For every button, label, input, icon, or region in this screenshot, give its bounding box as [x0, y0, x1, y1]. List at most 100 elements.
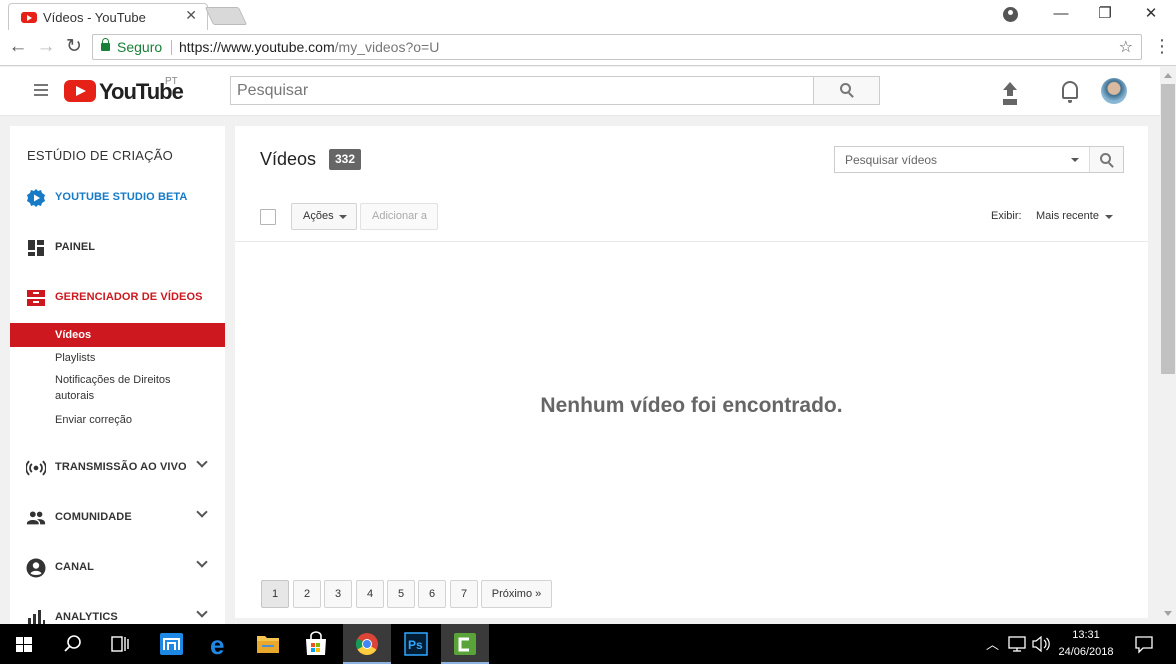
clock-date: 24/06/2018: [1058, 646, 1114, 658]
address-bar[interactable]: Seguro https://www.youtube.com/my_videos…: [92, 34, 1142, 60]
creator-studio-sidebar: ESTÚDIO DE CRIAÇÃO YOUTUBE STUDIO BETA P…: [10, 126, 225, 624]
sidebar-item-studio-beta[interactable]: YOUTUBE STUDIO BETA: [10, 182, 225, 212]
chrome-icon: [356, 633, 378, 655]
url-host: https://www.youtube.com: [179, 39, 335, 55]
sidebar-item-label: COMUNIDADE: [55, 511, 132, 523]
page-button-7[interactable]: 7: [450, 580, 478, 608]
task-view-button[interactable]: [96, 624, 144, 664]
page-button-6[interactable]: 6: [418, 580, 446, 608]
page-button-4[interactable]: 4: [356, 580, 384, 608]
video-search-box: [834, 146, 1124, 173]
taskbar-app-file-explorer[interactable]: [244, 624, 292, 664]
sidebar-item-channel[interactable]: CANAL: [10, 552, 225, 582]
next-page-button[interactable]: Próximo »: [481, 580, 552, 608]
browser-menu-icon[interactable]: ⋮: [1152, 36, 1172, 60]
youtube-search-button[interactable]: [813, 76, 880, 105]
action-center-icon[interactable]: [1134, 634, 1154, 654]
page-button-2[interactable]: 2: [293, 580, 321, 608]
sidebar-item-live-streaming[interactable]: TRANSMISSÃO AO VIVO: [10, 452, 225, 482]
scroll-thumb[interactable]: [1161, 84, 1175, 374]
add-to-button[interactable]: Adicionar a: [360, 203, 438, 230]
taskbar-app-edge[interactable]: e: [196, 624, 244, 664]
bookmark-star-icon[interactable]: ☆: [1119, 37, 1133, 57]
analytics-icon: [28, 610, 45, 624]
studio-title[interactable]: ESTÚDIO DE CRIAÇÃO: [27, 148, 173, 163]
chevron-down-icon[interactable]: [196, 506, 208, 518]
address-separator: [171, 40, 172, 55]
upload-icon[interactable]: [1001, 82, 1019, 102]
select-all-checkbox[interactable]: [260, 209, 276, 225]
secure-label[interactable]: Seguro: [117, 39, 162, 55]
reload-icon[interactable]: ↻: [62, 36, 86, 60]
taskbar-clock[interactable]: 13:31 24/06/2018: [1050, 627, 1122, 661]
search-filter-dropdown-icon[interactable]: [1071, 158, 1079, 162]
tray-expand-chevron-icon[interactable]: ︿: [986, 634, 999, 653]
window-close-button[interactable]: ✕: [1128, 3, 1174, 27]
sidebar-item-label: TRANSMISSÃO AO VIVO: [55, 461, 187, 473]
store-icon: [306, 631, 326, 655]
taskbar-app-chrome[interactable]: [343, 624, 391, 664]
sort-select[interactable]: Mais recente: [1036, 210, 1113, 222]
maxthon-icon: [160, 633, 183, 655]
volume-icon[interactable]: [1031, 635, 1051, 653]
sidebar-item-community[interactable]: COMUNIDADE: [10, 502, 225, 532]
page-button-3[interactable]: 3: [324, 580, 352, 608]
sidebar-subitem-videos[interactable]: Vídeos: [10, 323, 225, 347]
page-button-1[interactable]: 1: [261, 580, 289, 608]
sidebar-subitem-send-correction[interactable]: Enviar correção: [10, 412, 225, 428]
page-scrollbar[interactable]: [1160, 67, 1176, 622]
chevron-down-icon[interactable]: [196, 606, 208, 618]
window-maximize-button[interactable]: ❐: [1082, 3, 1128, 27]
guide-menu-icon[interactable]: [34, 84, 48, 96]
taskbar-app-photoshop[interactable]: Ps: [392, 624, 440, 664]
youtube-logo[interactable]: YouTube PT: [64, 76, 184, 105]
community-icon: [26, 511, 46, 525]
forward-arrow-icon[interactable]: →: [34, 36, 58, 60]
sidebar-item-label: GERENCIADOR DE VÍDEOS: [55, 291, 203, 303]
view-label: Exibir:: [991, 210, 1022, 222]
gear-play-icon: [27, 189, 45, 207]
scroll-up-arrow-icon[interactable]: [1164, 73, 1172, 78]
url-text[interactable]: https://www.youtube.com/my_videos?o=U: [179, 39, 439, 55]
back-arrow-icon[interactable]: ←: [6, 36, 30, 60]
windows-taskbar: e Ps ︿ 13:31 24/06/2018: [0, 624, 1176, 664]
search-icon: [840, 83, 851, 94]
caret-down-icon: [339, 215, 347, 219]
notifications-bell-icon[interactable]: [1062, 81, 1078, 103]
chevron-down-icon[interactable]: [196, 456, 208, 468]
video-manager-icon: [27, 290, 45, 306]
youtube-search-input[interactable]: [231, 77, 813, 104]
actions-dropdown-button[interactable]: Ações: [291, 203, 357, 230]
video-search-input[interactable]: [835, 147, 1065, 172]
sidebar-item-label: ANALYTICS: [55, 611, 118, 623]
new-tab-button[interactable]: [204, 7, 248, 25]
taskbar-app-camtasia[interactable]: [441, 624, 489, 664]
window-minimize-button[interactable]: —: [1038, 3, 1084, 27]
taskbar-search-button[interactable]: [48, 624, 96, 664]
sidebar-subitem-copyright-notices[interactable]: Notificações de Direitos autorais: [10, 372, 190, 404]
browser-profile-icon[interactable]: [1003, 7, 1018, 22]
account-avatar[interactable]: [1101, 78, 1127, 104]
lock-icon[interactable]: [101, 38, 110, 51]
page-button-5[interactable]: 5: [387, 580, 415, 608]
file-explorer-icon: [257, 636, 279, 653]
sidebar-item-label: PAINEL: [55, 241, 96, 253]
sidebar-item-dashboard[interactable]: PAINEL: [10, 232, 225, 262]
start-button[interactable]: [0, 624, 48, 664]
scroll-down-arrow-icon[interactable]: [1164, 611, 1172, 616]
browser-toolbar: ← → ↻ Seguro https://www.youtube.com/my_…: [0, 30, 1176, 66]
chevron-down-icon[interactable]: [196, 556, 208, 568]
sidebar-item-video-manager[interactable]: GERENCIADOR DE VÍDEOS: [10, 282, 225, 312]
taskbar-app-store[interactable]: [292, 624, 340, 664]
video-search-button[interactable]: [1089, 147, 1123, 172]
taskbar-app-maxthon[interactable]: [148, 624, 196, 664]
sidebar-item-analytics[interactable]: ANALYTICS: [10, 602, 225, 624]
tab-close-icon[interactable]: ✕: [185, 7, 197, 24]
live-broadcast-icon: [26, 460, 46, 476]
video-count-badge: 332: [329, 149, 362, 170]
browser-tab-youtube[interactable]: Vídeos - YouTube ✕: [8, 3, 208, 30]
windows-start-icon: [16, 637, 32, 652]
network-icon[interactable]: [1007, 635, 1029, 653]
youtube-play-logo-icon: [64, 80, 96, 102]
sidebar-subitem-playlists[interactable]: Playlists: [10, 350, 225, 366]
